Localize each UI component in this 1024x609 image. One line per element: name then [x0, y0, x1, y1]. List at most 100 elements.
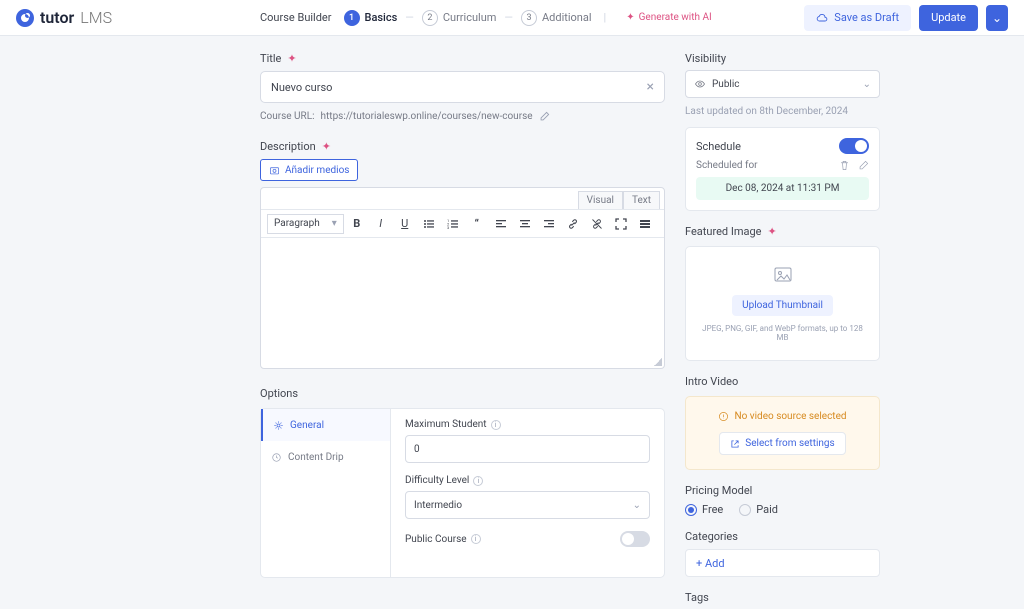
categories-section: Categories + Add: [685, 530, 880, 577]
tags-section: Tags: [685, 591, 880, 604]
builder-label: Course Builder: [260, 11, 332, 24]
gear-icon: [273, 420, 284, 431]
categories-label: Categories: [685, 530, 880, 543]
sparkle-icon[interactable]: ✦: [287, 52, 296, 65]
cloud-icon: [816, 12, 828, 24]
format-select[interactable]: Paragraph▾: [267, 214, 344, 234]
pricing-paid-radio[interactable]: Paid: [739, 503, 778, 516]
max-student-input[interactable]: 0: [405, 435, 650, 463]
options-nav: General Content Drip: [261, 409, 391, 577]
align-right-button[interactable]: [538, 213, 560, 235]
clock-icon: [271, 452, 282, 463]
description-label: Description ✦: [260, 140, 665, 153]
editor-textarea[interactable]: [261, 238, 664, 368]
sparkle-icon: ✦: [626, 12, 634, 23]
max-student-label: Maximum Student: [405, 419, 487, 430]
header-center: Course Builder 1Basics — 2Curriculum — 3…: [260, 10, 712, 26]
top-bar: tutor LMS Course Builder 1Basics — 2Curr…: [0, 0, 1024, 36]
pricing-free-radio[interactable]: Free: [685, 503, 723, 516]
info-icon[interactable]: i: [471, 534, 481, 544]
logo-icon: [16, 9, 34, 27]
trash-icon[interactable]: [839, 160, 850, 171]
toolbar-toggle-button[interactable]: [634, 213, 656, 235]
schedule-label: Schedule: [696, 140, 741, 153]
italic-button[interactable]: I: [370, 213, 392, 235]
options-tab-general[interactable]: General: [261, 409, 390, 441]
chevron-down-icon: ⌄: [863, 79, 871, 90]
course-url: Course URL: https://tutorialeswp.online/…: [260, 111, 665, 122]
step-basics[interactable]: 1Basics: [344, 10, 398, 26]
center-column: Title ✦ Nuevo curso × Course URL: https:…: [260, 52, 665, 609]
camera-icon: [269, 165, 280, 176]
align-left-button[interactable]: [490, 213, 512, 235]
difficulty-label: Difficulty Level: [405, 475, 469, 486]
eye-icon: [694, 78, 706, 90]
bold-button[interactable]: B: [346, 213, 368, 235]
image-icon: [773, 265, 793, 285]
scheduled-for-label: Scheduled for: [696, 160, 758, 171]
unlink-button[interactable]: [586, 213, 608, 235]
logo-suffix: LMS: [80, 8, 112, 27]
save-draft-button[interactable]: Save as Draft: [804, 5, 911, 31]
logo: tutor LMS: [16, 8, 112, 27]
update-button[interactable]: Update: [919, 5, 978, 31]
chevron-down-icon: ⌄: [633, 500, 641, 511]
options-tab-drip[interactable]: Content Drip: [261, 441, 390, 473]
pricing-label: Pricing Model: [685, 484, 880, 497]
link-button[interactable]: [562, 213, 584, 235]
edit-icon[interactable]: [858, 160, 869, 171]
warning-icon: [718, 411, 729, 422]
public-course-label: Public Course: [405, 534, 467, 545]
title-label: Title ✦: [260, 52, 665, 65]
edit-url-icon[interactable]: [539, 111, 550, 122]
tab-text[interactable]: Text: [623, 191, 660, 209]
tab-visual[interactable]: Visual: [578, 191, 623, 209]
ordered-list-button[interactable]: 123: [442, 213, 464, 235]
difficulty-select[interactable]: Intermedio⌄: [405, 491, 650, 519]
chevron-down-icon: ⌄: [992, 11, 1002, 25]
fullscreen-button[interactable]: [610, 213, 632, 235]
schedule-card: Schedule Scheduled for Dec 08, 2024 at 1…: [685, 127, 880, 211]
visibility-label: Visibility: [685, 52, 880, 65]
update-dropdown-toggle[interactable]: ⌄: [986, 5, 1008, 31]
featured-image-section: Featured Image ✦ Upload Thumbnail JPEG, P…: [685, 225, 880, 361]
schedule-time: Dec 08, 2024 at 11:31 PM: [696, 177, 869, 200]
visibility-select[interactable]: Public ⌄: [685, 70, 880, 98]
public-course-toggle[interactable]: [620, 531, 650, 547]
info-icon[interactable]: i: [491, 420, 501, 430]
generate-ai-button[interactable]: ✦ Generate with AI: [626, 12, 711, 23]
thumbnail-dropzone[interactable]: Upload Thumbnail JPEG, PNG, GIF, and Web…: [685, 246, 880, 361]
options-section: Options General Content Drip Maximum Stu…: [260, 387, 665, 578]
featured-image-label: Featured Image: [685, 225, 761, 238]
quote-button[interactable]: “: [466, 213, 488, 235]
upload-thumbnail-button[interactable]: Upload Thumbnail: [732, 295, 833, 316]
clear-title-icon[interactable]: ×: [647, 79, 654, 95]
align-center-button[interactable]: [514, 213, 536, 235]
sparkle-icon[interactable]: ✦: [767, 225, 776, 238]
bullet-list-button[interactable]: [418, 213, 440, 235]
tags-label: Tags: [685, 591, 880, 604]
options-body: Maximum Student i 0 Difficulty Level i Int…: [391, 409, 664, 577]
info-icon[interactable]: i: [473, 476, 483, 486]
logo-text: tutor: [40, 8, 74, 27]
wizard-steps: 1Basics — 2Curriculum — 3Additional: [344, 10, 592, 26]
rich-editor: Visual Text Paragraph▾ B I U 123 “: [260, 187, 665, 369]
pricing-section: Pricing Model Free Paid: [685, 484, 880, 516]
underline-button[interactable]: U: [394, 213, 416, 235]
main: Title ✦ Nuevo curso × Course URL: https:…: [0, 36, 1024, 609]
intro-video-section: Intro Video No video source selected Sel…: [685, 375, 880, 470]
add-category-button[interactable]: + Add: [685, 549, 880, 577]
title-input[interactable]: Nuevo curso ×: [260, 71, 665, 103]
last-updated: Last updated on 8th December, 2024: [685, 106, 880, 117]
select-from-settings-button[interactable]: Select from settings: [719, 432, 845, 455]
step-additional[interactable]: 3Additional: [521, 10, 592, 26]
video-warning: No video source selected: [696, 411, 869, 422]
sparkle-icon[interactable]: ✦: [322, 140, 331, 153]
schedule-toggle[interactable]: [839, 138, 869, 154]
options-label: Options: [260, 387, 298, 400]
right-column: Visibility Public ⌄ Last updated on 8th …: [685, 52, 880, 609]
add-media-button[interactable]: Añadir medios: [260, 159, 358, 181]
intro-video-label: Intro Video: [685, 375, 880, 388]
chevron-down-icon: ▾: [332, 218, 337, 229]
step-curriculum[interactable]: 2Curriculum: [422, 10, 497, 26]
